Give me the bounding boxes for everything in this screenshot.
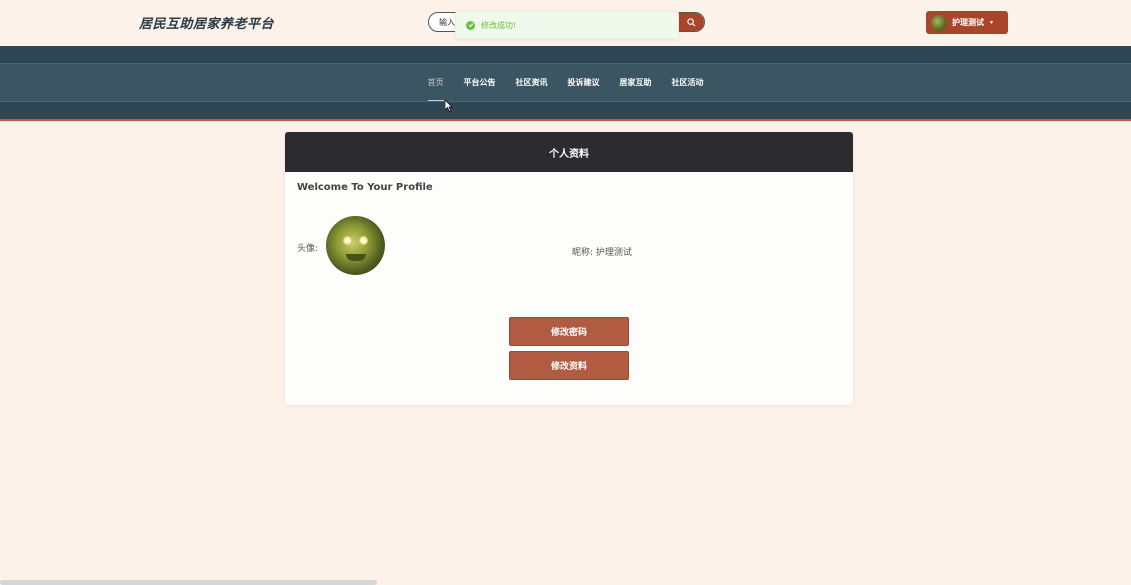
nav-item-mutual-aid[interactable]: 居家互助 [610, 64, 662, 101]
main-nav: 首页 平台公告 社区资讯 投诉建议 居家互助 社区活动 [0, 46, 1131, 119]
nav-item-complaints[interactable]: 投诉建议 [558, 64, 610, 101]
horizontal-scrollbar[interactable] [0, 580, 377, 585]
avatar-eye-left [343, 236, 352, 245]
welcome-heading: Welcome To Your Profile [297, 182, 433, 193]
check-circle-icon [466, 20, 475, 30]
user-name: 护理测试 [952, 18, 984, 27]
nickname-text: 昵称: 护理测试 [572, 248, 632, 258]
nav-item-activities[interactable]: 社区活动 [662, 64, 714, 101]
nav-item-announcements[interactable]: 平台公告 [454, 64, 506, 101]
toast-message: 修改成功! [481, 20, 517, 30]
mouse-cursor-icon [445, 100, 453, 112]
avatar-eye-right [359, 236, 368, 245]
caret-down-icon: ▾ [990, 19, 994, 26]
nav-accent-line [0, 119, 1131, 121]
search-icon [686, 17, 695, 26]
nav-top-band [0, 46, 1131, 64]
user-menu-button[interactable]: 护理测试 ▾ [926, 11, 1008, 34]
nav-item-news[interactable]: 社区资讯 [506, 64, 558, 101]
change-password-button[interactable]: 修改密码 [509, 317, 629, 346]
site-title[interactable]: 居民互助居家养老平台 [139, 13, 274, 32]
nav-items: 首页 平台公告 社区资讯 投诉建议 居家互助 社区活动 [0, 64, 1131, 101]
top-header: 居民互助居家养老平台 修改成功! 护理测试 ▾ [0, 0, 1131, 46]
user-avatar [931, 14, 947, 31]
profile-avatar [326, 216, 385, 275]
profile-card: 个人资料 Welcome To Your Profile 头像: 昵称: 护理测… [285, 132, 853, 405]
edit-profile-button[interactable]: 修改资料 [509, 351, 629, 380]
nav-bottom-band [0, 101, 1131, 119]
profile-card-header: 个人资料 [285, 132, 853, 172]
search-button[interactable] [678, 13, 704, 31]
avatar-mouth [346, 254, 366, 261]
avatar-label: 头像: [297, 244, 319, 254]
success-toast: 修改成功! [455, 11, 679, 39]
nav-item-home[interactable]: 首页 [418, 64, 454, 101]
